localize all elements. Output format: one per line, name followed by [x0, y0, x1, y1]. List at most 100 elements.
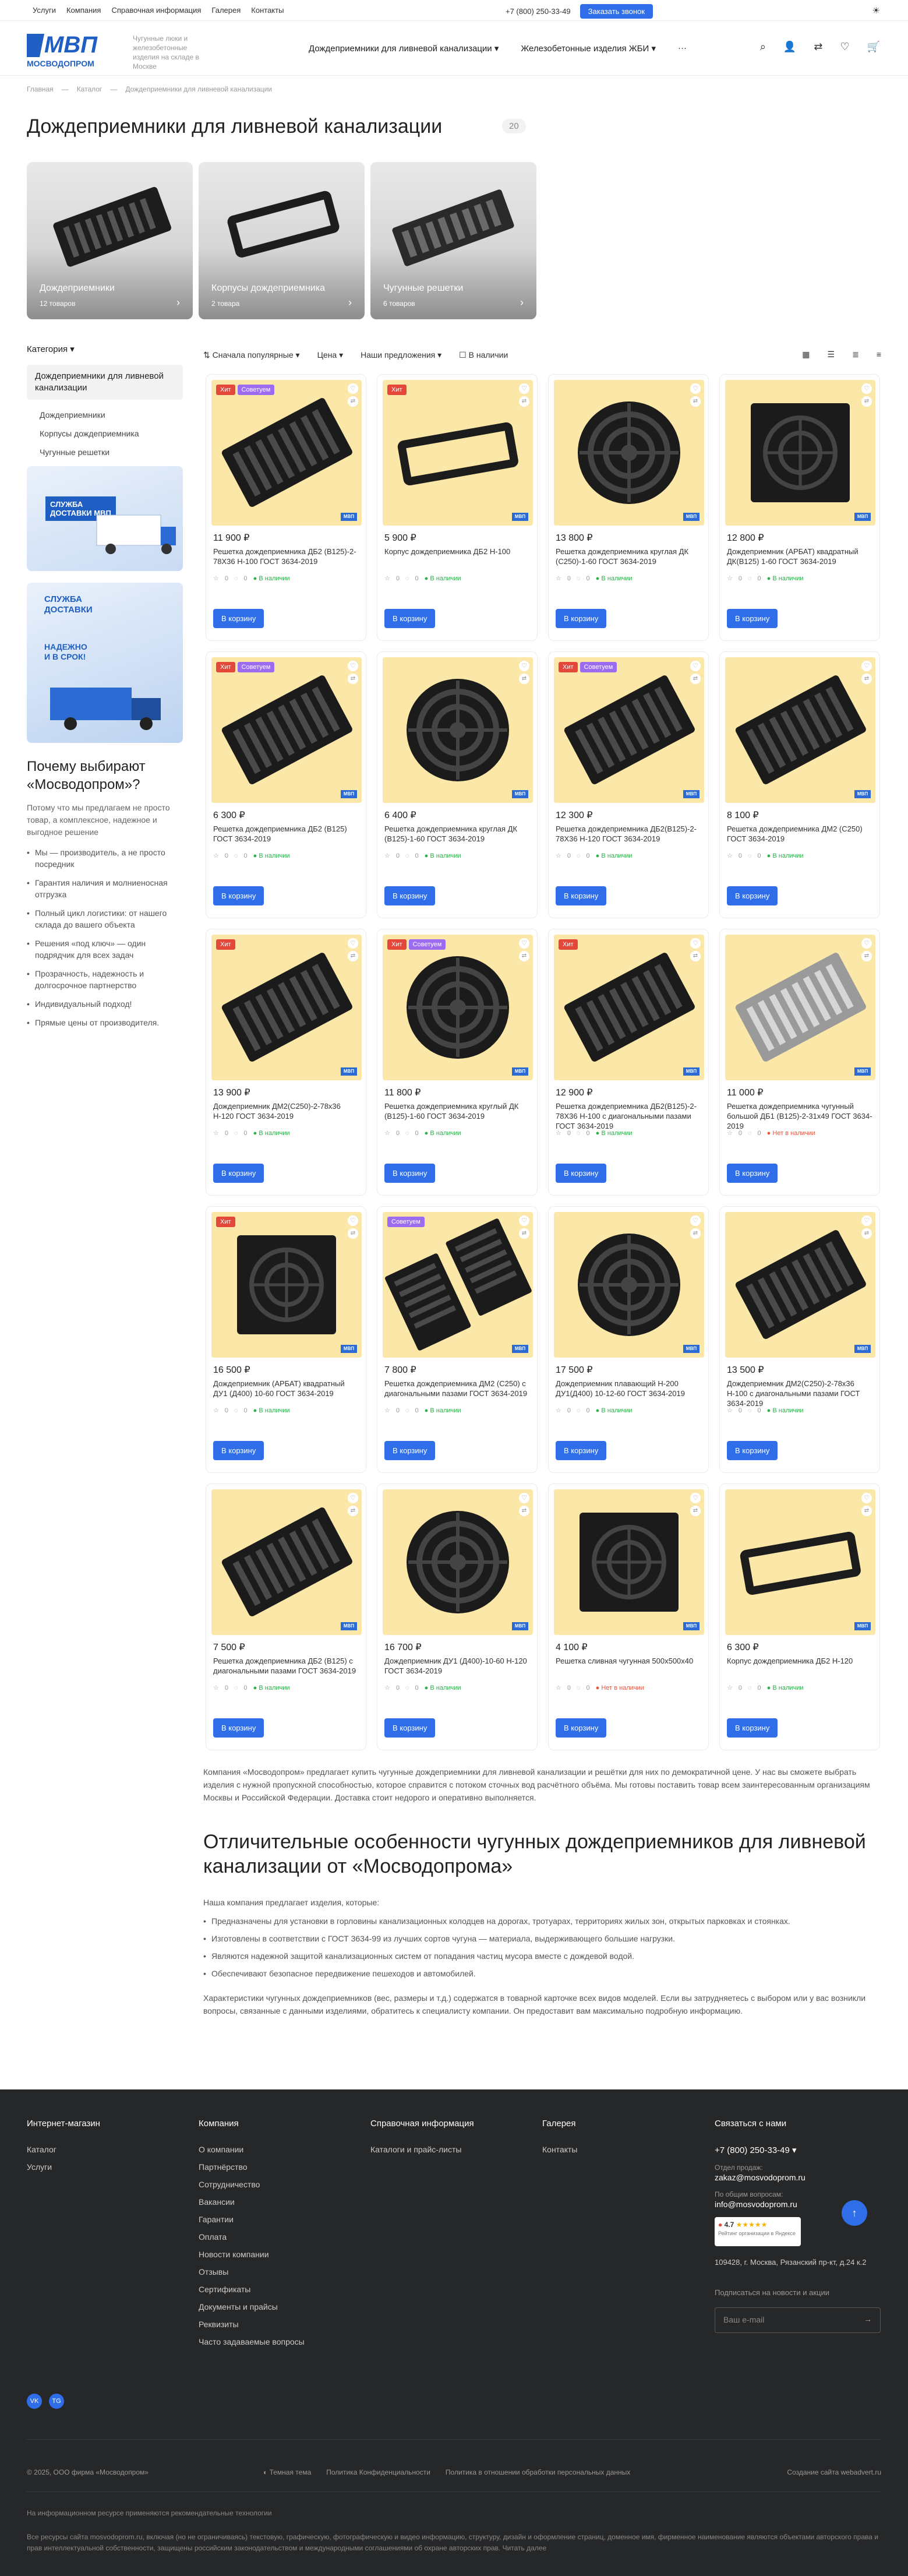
- product-card[interactable]: Хит ♡ ⇄ МВП 16 500 ₽ Дождеприемник (АРБАТ) кв…: [206, 1206, 366, 1473]
- product-card[interactable]: ♡ ⇄ МВП 12 800 ₽ Дождеприемник (АРБАТ) квадр…: [719, 374, 880, 641]
- top-menu-contacts[interactable]: Контакты: [251, 6, 284, 15]
- add-to-cart-button[interactable]: В корзину: [213, 609, 264, 628]
- compare-icon[interactable]: ⇄: [690, 951, 701, 961]
- compare-icon[interactable]: ⇄: [861, 951, 872, 961]
- footer-link[interactable]: Реквизиты: [199, 2320, 350, 2329]
- product-card[interactable]: ♡ ⇄ МВП 7 500 ₽ Решетка дождеприемника ДБ2 (…: [206, 1483, 366, 1750]
- privacy-link[interactable]: Политика Конфиденциальности: [326, 2468, 430, 2476]
- product-name[interactable]: Корпус дождеприемника ДБ2 Н-100: [384, 547, 530, 556]
- nav-stormwater[interactable]: Дождеприемники для ливневой канализации …: [309, 43, 499, 54]
- compare-icon[interactable]: ⇄: [690, 674, 701, 684]
- compare-icon[interactable]: ⇄: [348, 951, 358, 961]
- subscribe-email-field[interactable]: Ваш e-mail →: [715, 2307, 881, 2333]
- nav-more[interactable]: ···: [678, 43, 687, 54]
- product-name[interactable]: Дождеприемник ДМ2(С250)-2-78х36 Н-100 с …: [727, 1379, 872, 1408]
- product-name[interactable]: Решетка дождеприемника ДМ2 (С250) с диаг…: [384, 1379, 530, 1398]
- product-image[interactable]: ♡ ⇄ МВП: [725, 657, 875, 803]
- heart-icon[interactable]: ♡: [690, 661, 701, 671]
- compare-icon[interactable]: ⇄: [348, 674, 358, 684]
- product-card[interactable]: ♡ ⇄ МВП 17 500 ₽ Дождеприемник плавающий Н-2…: [548, 1206, 709, 1473]
- heart-icon[interactable]: ♡: [861, 1493, 872, 1503]
- heart-icon[interactable]: ♡: [519, 938, 529, 949]
- compact-view-icon[interactable]: ≣: [852, 350, 859, 360]
- product-card[interactable]: Хит Советуем ♡ ⇄ МВП 11 800 ₽ Решетка дождепри…: [377, 929, 538, 1196]
- add-to-cart-button[interactable]: В корзину: [384, 1718, 436, 1738]
- product-image[interactable]: ♡ ⇄ МВП: [725, 1489, 875, 1635]
- delivery-banner-1[interactable]: СЛУЖБА ДОСТАВКИ МВП: [27, 466, 183, 571]
- sales-email[interactable]: zakaz@mosvodoprom.ru: [715, 2173, 884, 2182]
- product-card[interactable]: ♡ ⇄ МВП 8 100 ₽ Решетка дождеприемника ДМ2 (…: [719, 651, 880, 918]
- heart-icon[interactable]: ♡: [840, 41, 849, 53]
- product-image[interactable]: ♡ ⇄ МВП: [211, 1489, 362, 1635]
- compare-icon[interactable]: ⇄: [519, 1228, 529, 1239]
- product-card[interactable]: Советуем ♡ ⇄ МВП 7 800 ₽ Решетка дождеприемни…: [377, 1206, 538, 1473]
- category-card-frames[interactable]: Корпусы дождеприемника 2 товара ›: [199, 162, 365, 319]
- product-name[interactable]: Дождеприемник плавающий Н-200 ДУ1(Д400) …: [556, 1379, 701, 1398]
- product-name[interactable]: Решетка дождеприемника круглый ДК (В125)…: [384, 1101, 530, 1121]
- product-name[interactable]: Решетка дождеприемника ДБ2 (В125)-2-78Х3…: [213, 547, 359, 566]
- category-card-grates[interactable]: Чугунные решетки 6 товаров ›: [370, 162, 536, 319]
- add-to-cart-button[interactable]: В корзину: [727, 1164, 778, 1183]
- product-card[interactable]: ♡ ⇄ МВП 16 700 ₽ Дождеприемник ДУ1 (Д400)-10…: [377, 1483, 538, 1750]
- product-name[interactable]: Решетка дождеприемника ДМ2 (С250) ГОСТ 3…: [727, 824, 872, 844]
- compare-icon[interactable]: ⇄: [348, 1506, 358, 1516]
- product-image[interactable]: Советуем ♡ ⇄ МВП: [383, 1212, 533, 1358]
- scroll-top-button[interactable]: ↑: [842, 2200, 867, 2226]
- product-image[interactable]: Хит ♡ ⇄ МВП: [554, 935, 704, 1080]
- heart-icon[interactable]: ♡: [519, 1493, 529, 1503]
- product-card[interactable]: ♡ ⇄ МВП 4 100 ₽ Решетка сливная чугунная 500…: [548, 1483, 709, 1750]
- product-image[interactable]: Хит Советуем ♡ ⇄ МВП: [211, 657, 362, 803]
- heart-icon[interactable]: ♡: [348, 1215, 358, 1226]
- product-name[interactable]: Решетка дождеприемника ДБ2(В125)-2-78Х36…: [556, 824, 701, 844]
- in-stock-toggle[interactable]: ☐ В наличии: [459, 350, 508, 360]
- site-logo[interactable]: МВП МОСВОДОПРОМ: [27, 29, 114, 70]
- compare-icon[interactable]: ⇄: [348, 1228, 358, 1239]
- footer-link[interactable]: Партнёрство: [199, 2162, 350, 2172]
- product-image[interactable]: ♡ ⇄ МВП: [725, 935, 875, 1080]
- product-name[interactable]: Решетка сливная чугунная 500х500х40: [556, 1656, 701, 1666]
- top-menu-reference[interactable]: Справочная информация: [111, 6, 201, 15]
- footer-link[interactable]: Гарантии: [199, 2215, 350, 2224]
- product-card[interactable]: ♡ ⇄ МВП 11 000 ₽ Решетка дождеприемника чугу…: [719, 929, 880, 1196]
- product-card[interactable]: ♡ ⇄ МВП 13 500 ₽ Дождеприемник ДМ2(С250)-2-7…: [719, 1206, 880, 1473]
- product-image[interactable]: ♡ ⇄ МВП: [383, 1489, 533, 1635]
- add-to-cart-button[interactable]: В корзину: [727, 886, 778, 905]
- add-to-cart-button[interactable]: В корзину: [213, 1441, 264, 1460]
- heart-icon[interactable]: ♡: [690, 1215, 701, 1226]
- top-menu-company[interactable]: Компания: [66, 6, 101, 15]
- heart-icon[interactable]: ♡: [348, 1493, 358, 1503]
- footer-link[interactable]: Отзывы: [199, 2267, 350, 2277]
- telegram-icon[interactable]: TG: [49, 2394, 64, 2409]
- delivery-banner-2[interactable]: СЛУЖБА ДОСТАВКИ НАДЕЖНО И В СРОК!: [27, 583, 183, 743]
- sidebar-item-frames[interactable]: Корпусы дождеприемника: [27, 424, 183, 443]
- footer-link[interactable]: Услуги: [27, 2162, 178, 2172]
- add-to-cart-button[interactable]: В корзину: [384, 609, 436, 628]
- compare-icon[interactable]: ⇄: [519, 674, 529, 684]
- product-name[interactable]: Решетка дождеприемника ДБ2 (В125) ГОСТ 3…: [213, 824, 359, 844]
- product-name[interactable]: Решетка дождеприемника ДБ2(В125)-2-78Х36…: [556, 1101, 701, 1131]
- heart-icon[interactable]: ♡: [348, 661, 358, 671]
- product-image[interactable]: Хит Советуем ♡ ⇄ МВП: [554, 657, 704, 803]
- footer-link[interactable]: Часто задаваемые вопросы: [199, 2337, 350, 2346]
- sidebar-heading[interactable]: Категория ▾: [27, 344, 183, 354]
- heart-icon[interactable]: ♡: [690, 938, 701, 949]
- heart-icon[interactable]: ♡: [861, 661, 872, 671]
- product-image[interactable]: ♡ ⇄ МВП: [725, 380, 875, 526]
- product-name[interactable]: Решетка дождеприемника ДБ2 (В125) с диаг…: [213, 1656, 359, 1676]
- product-name[interactable]: Решетка дождеприемника круглая ДК (С250)…: [556, 547, 701, 566]
- compare-icon[interactable]: ⇄: [861, 1228, 872, 1239]
- nav-concrete[interactable]: Железобетонные изделия ЖБИ ▾: [521, 43, 656, 54]
- heart-icon[interactable]: ♡: [861, 383, 872, 394]
- product-image[interactable]: Хит ♡ ⇄ МВП: [211, 935, 362, 1080]
- product-image[interactable]: Хит ♡ ⇄ МВП: [211, 1212, 362, 1358]
- add-to-cart-button[interactable]: В корзину: [213, 1164, 264, 1183]
- call-back-button[interactable]: Заказать звонок: [580, 4, 653, 19]
- heart-icon[interactable]: ♡: [519, 383, 529, 394]
- add-to-cart-button[interactable]: В корзину: [727, 609, 778, 628]
- breadcrumb-catalog[interactable]: Каталог: [77, 85, 103, 93]
- compare-icon[interactable]: ⇄: [861, 674, 872, 684]
- heart-icon[interactable]: ♡: [348, 938, 358, 949]
- vk-icon[interactable]: VK: [27, 2394, 42, 2409]
- compare-icon[interactable]: ⇄: [690, 1228, 701, 1239]
- product-card[interactable]: Хит Советуем ♡ ⇄ МВП 6 300 ₽ Решетка дождеприе…: [206, 651, 366, 918]
